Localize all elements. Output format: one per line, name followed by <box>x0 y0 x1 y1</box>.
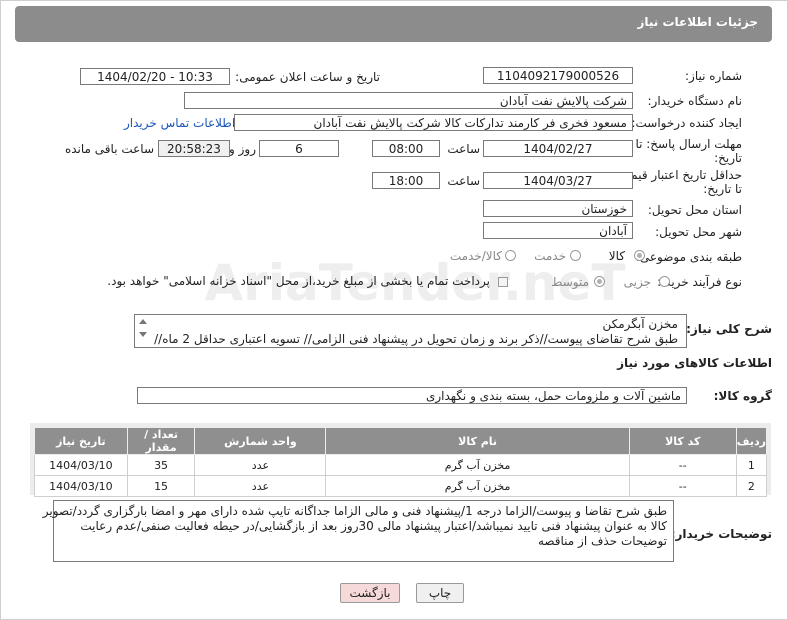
description-label: شرح کلی نیاز: <box>686 322 772 336</box>
city-label: شهر محل تحویل: <box>655 225 742 239</box>
creator-label: ایجاد کننده درخواست: <box>631 116 742 130</box>
price-date-field: 1404/03/27 <box>483 172 633 189</box>
creator-field: مسعود فخری فر کارمند تدارکات کالا شرکت پ… <box>234 114 633 131</box>
need-number-label: شماره نیاز: <box>685 69 742 83</box>
col-header-row: ردیف <box>735 427 768 455</box>
buyer-notes-box[interactable]: طبق شرح تقاضا و پیوست/الزاما درجه 1/پیشن… <box>42 500 674 562</box>
col-header-name: نام کالا <box>325 427 630 455</box>
cell-code: -- <box>628 475 737 497</box>
price-validity-label-2: تا تاریخ: <box>703 182 742 196</box>
reply-time-label: ساعت <box>447 142 480 156</box>
days-field: 6 <box>259 140 339 157</box>
cell-row: 2 <box>735 475 768 497</box>
cell-date: 1404/03/10 <box>34 454 128 476</box>
category-radio-goods[interactable] <box>634 250 645 261</box>
process-radio-medium[interactable] <box>594 276 605 287</box>
need-number-field: 1104092179000526 <box>483 67 633 84</box>
col-header-date: تاریخ نیاز <box>34 427 128 455</box>
cell-row: 1 <box>735 454 768 476</box>
goods-group-label: گروه کالا: <box>713 389 772 403</box>
remaining-time-field: 20:58:23 <box>158 140 230 157</box>
cell-qty: 15 <box>126 475 196 497</box>
goods-group-field: ماشین آلات و ملزومات حمل، بسته بندی و نگ… <box>137 387 687 404</box>
treasury-payment-checkbox[interactable] <box>498 277 508 287</box>
price-time-label: ساعت <box>447 174 480 188</box>
cell-code: -- <box>628 454 737 476</box>
goods-section-title: اطلاعات کالاهای مورد نیاز <box>617 356 772 370</box>
buyer-org-label: نام دستگاه خریدار: <box>647 94 743 108</box>
buyer-org-field: شرکت پالایش نفت آبادان <box>184 92 633 109</box>
page-header: جزئیات اطلاعات نیاز <box>15 6 772 42</box>
page-title: جزئیات اطلاعات نیاز <box>637 15 758 29</box>
print-button[interactable]: چاپ <box>416 583 464 603</box>
reply-date-field: 1404/02/27 <box>483 140 633 157</box>
scroll-up-icon[interactable] <box>139 319 147 324</box>
treasury-payment-note: پرداخت تمام یا بخشی از مبلغ خرید،از محل … <box>107 274 490 288</box>
table-row: 2 -- مخزن آب گرم عدد 15 1404/03/10 <box>34 475 768 497</box>
announce-field: 1404/02/20 - 10:33 <box>80 68 230 85</box>
buyer-notes-label: توضیحات خریدار: <box>670 527 772 541</box>
process-radio-minor[interactable] <box>659 276 670 287</box>
category-radio-service[interactable] <box>570 250 581 261</box>
announce-label: تاریخ و ساعت اعلان عمومی: <box>235 70 380 84</box>
reply-deadline-label-2: تاریخ: <box>714 151 742 165</box>
days-label: روز و <box>229 142 256 156</box>
process-option-medium: متوسط <box>551 275 589 289</box>
category-option-goods-service: کالا/خدمت <box>449 249 502 263</box>
price-time-field: 18:00 <box>372 172 440 189</box>
category-option-service: خدمت <box>534 249 566 263</box>
cell-qty: 35 <box>126 454 196 476</box>
city-field: آبادان <box>483 222 633 239</box>
cell-unit: عدد <box>194 454 327 476</box>
buyer-contact-link[interactable]: اطلاعات تماس خریدار <box>124 116 235 130</box>
cell-date: 1404/03/10 <box>34 475 128 497</box>
buyer-notes-line-3: توضیحات حذف از مناقصه <box>537 534 667 548</box>
category-label: طبقه بندی موضوعی: <box>635 250 742 264</box>
table-row: 1 -- مخزن آب گرم عدد 35 1404/03/10 <box>34 454 768 476</box>
description-box[interactable]: مخزن آبگرمکن طبق شرح تقاضای پیوست//ذکر ب… <box>134 314 687 348</box>
province-label: استان محل تحویل: <box>647 203 742 217</box>
buyer-notes-line-1: طبق شرح تقاضا و پیوست/الزاما درجه 1/پیشن… <box>42 504 667 518</box>
category-option-goods: کالا <box>608 249 625 263</box>
col-header-unit: واحد شمارش <box>194 427 327 455</box>
remaining-time-label: ساعت باقی مانده <box>64 142 154 156</box>
goods-table-header: ردیف کد کالا نام کالا واحد شمارش تعداد /… <box>34 427 768 455</box>
back-button[interactable]: بازگشت <box>340 583 400 603</box>
scroll-down-icon[interactable] <box>139 332 147 337</box>
goods-table: ردیف کد کالا نام کالا واحد شمارش تعداد /… <box>34 427 768 497</box>
col-header-qty: تعداد / مقدار <box>126 427 196 455</box>
col-header-code: کد کالا <box>628 427 737 455</box>
price-validity-label: حداقل تاریخ اعتبار قیمت: <box>615 168 742 182</box>
cell-unit: عدد <box>194 475 327 497</box>
description-line-1: مخزن آبگرمکن <box>602 317 678 331</box>
province-field: خوزستان <box>483 200 633 217</box>
reply-deadline-label: مهلت ارسال پاسخ: تا <box>635 137 742 151</box>
reply-time-field: 08:00 <box>372 140 440 157</box>
cell-name: مخزن آب گرم <box>325 454 630 476</box>
buyer-notes-line-2: کالا به عنوان پیشنهاد فنی تایید نمیباشد/… <box>80 519 667 533</box>
process-option-minor: جزیی <box>623 275 651 289</box>
description-line-2: طبق شرح تقاضای پیوست//ذکر برند و زمان تح… <box>154 332 678 346</box>
goods-table-container: ردیف کد کالا نام کالا واحد شمارش تعداد /… <box>30 423 771 497</box>
category-radio-goods-service[interactable] <box>505 250 516 261</box>
cell-name: مخزن آب گرم <box>325 475 630 497</box>
